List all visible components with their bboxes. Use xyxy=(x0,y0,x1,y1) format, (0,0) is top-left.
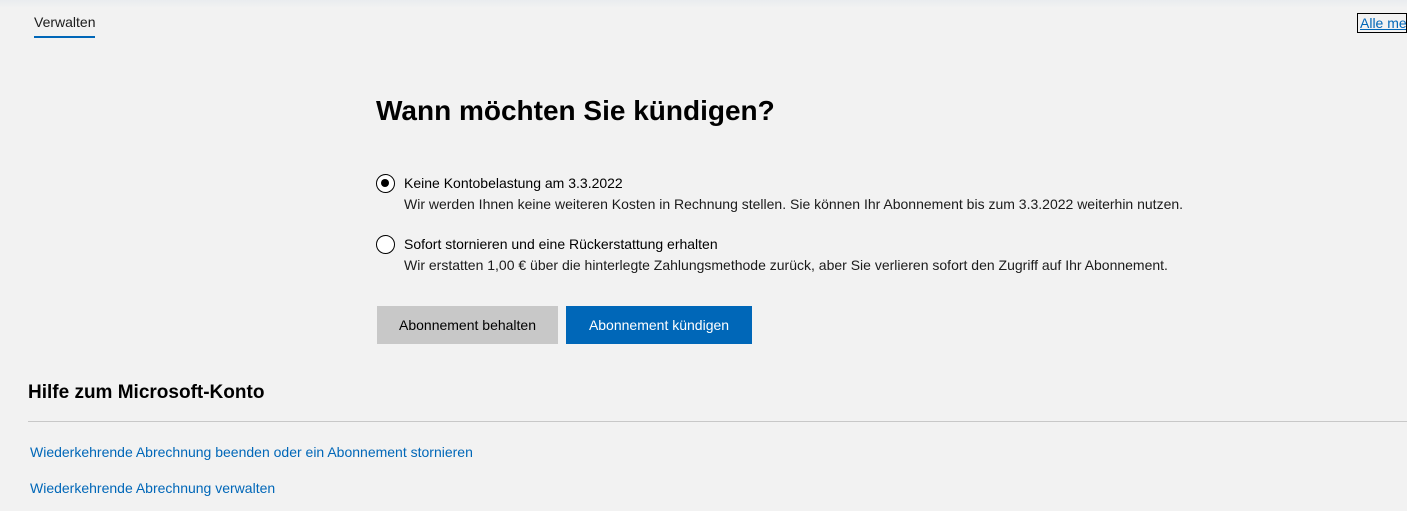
divider xyxy=(28,421,1407,422)
top-navigation: Verwalten Alle me xyxy=(0,0,1407,48)
option-description: Wir werden Ihnen keine weiteren Kosten i… xyxy=(404,196,1184,212)
keep-subscription-button[interactable]: Abonnement behalten xyxy=(377,306,558,344)
option-title: Keine Kontobelastung am 3.3.2022 xyxy=(404,175,623,191)
all-link[interactable]: Alle me xyxy=(1357,13,1407,33)
cancel-subscription-button[interactable]: Abonnement kündigen xyxy=(566,306,752,344)
page-title: Wann möchten Sie kündigen? xyxy=(376,95,775,126)
help-link-stop-billing[interactable]: Wiederkehrende Abrechnung beenden oder e… xyxy=(30,444,473,460)
option-title: Sofort stornieren und eine Rückerstattun… xyxy=(404,236,718,252)
help-section-title: Hilfe zum Microsoft-Konto xyxy=(28,382,265,403)
help-link-manage-billing[interactable]: Wiederkehrende Abrechnung verwalten xyxy=(30,480,275,496)
radio-no-charge[interactable] xyxy=(376,174,395,193)
radio-immediate-refund[interactable] xyxy=(376,235,395,254)
option-description: Wir erstatten 1,00 € über die hinterlegt… xyxy=(404,257,1168,273)
tab-verwalten[interactable]: Verwalten xyxy=(34,14,96,38)
